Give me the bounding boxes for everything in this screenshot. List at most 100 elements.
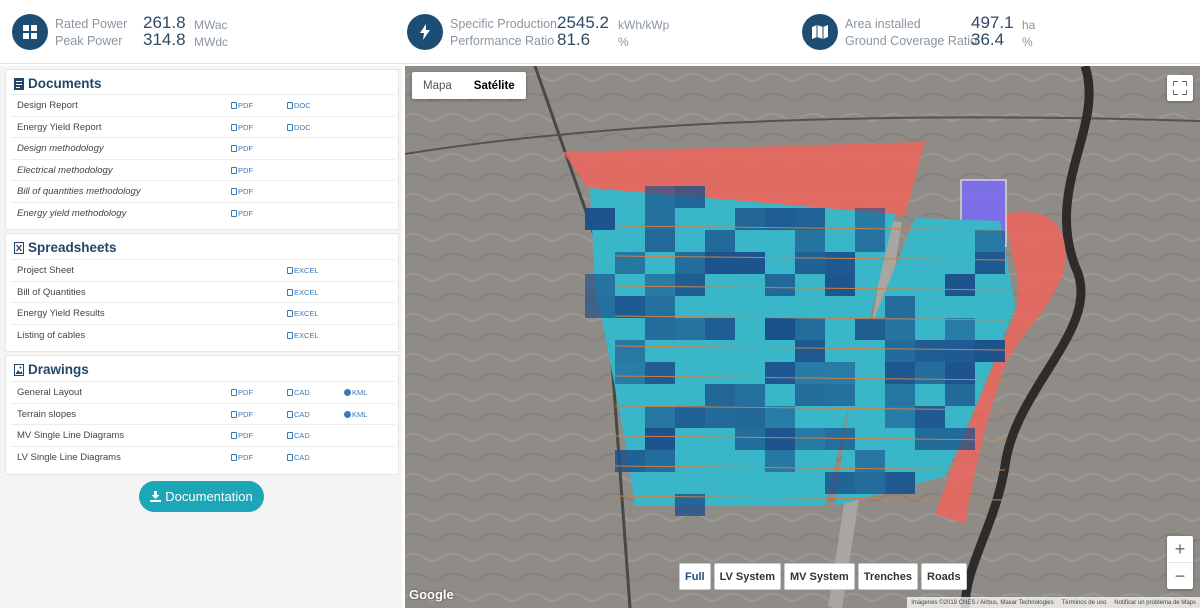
zoom-out-button[interactable]: − [1167,563,1193,589]
documentation-button[interactable]: Documentation [139,481,264,512]
list-item: Bill of quantities methodology PDF [11,180,395,202]
cad-link[interactable]: CAD [287,388,310,397]
tab-satelite[interactable]: Satélite [463,72,526,99]
pdf-link[interactable]: PDF [231,410,253,419]
pv-subfield [795,208,825,230]
pv-subfield [795,340,825,362]
list-item: Design methodology PDF [11,137,395,159]
row-label: General Layout [17,387,82,398]
pv-subfield [675,406,705,428]
pv-subfield [645,450,675,472]
file-icon [231,209,237,217]
file-icon [231,453,237,461]
row-label: Bill of quantities methodology [17,186,141,197]
pv-subfield [615,252,645,274]
zoom-in-button[interactable]: + [1167,536,1193,562]
stats-header: Rated Power 261.8 MWac Peak Power 314.8 MWdc… [0,0,1200,64]
layer-mv-system-button[interactable]: MV System [784,563,855,590]
globe-icon [344,389,351,396]
pv-subfield [765,318,795,340]
stat-unit: % [1022,35,1033,49]
fullscreen-button[interactable] [1167,75,1193,101]
pv-subfield [765,428,795,450]
file-icon [287,453,293,461]
pdf-link[interactable]: PDF [231,431,253,440]
excel-link[interactable]: EXCEL [287,331,319,340]
kml-link[interactable]: KML [344,410,367,419]
stat-value: 314.8 [143,30,186,49]
layer-roads-button[interactable]: Roads [921,563,967,590]
pv-subfield [975,252,1005,274]
row-label: Design Report [17,100,78,111]
pv-subfield [675,252,705,274]
list-item: General Layout PDF CAD KML [11,381,395,403]
row-label: LV Single Line Diagrams [17,451,121,463]
row-label: Energy Yield Results [17,308,105,319]
map-view[interactable]: Mapa Satélite + − Full LV System MV Syst… [405,66,1200,608]
layer-full-button[interactable]: Full [679,563,711,590]
doc-link[interactable]: DOC [287,101,311,110]
grid-icon [12,14,48,50]
file-icon [287,102,293,109]
pdf-link[interactable]: PDF [231,101,253,110]
globe-icon [344,410,351,418]
excel-link[interactable]: EXCEL [287,288,319,297]
file-icon [287,389,293,396]
pdf-link[interactable]: PDF [231,453,253,462]
map-type-tabs: Mapa Satélite [412,72,526,99]
file-icon [231,188,237,195]
cad-link[interactable]: CAD [287,453,310,462]
doc-link[interactable]: DOC [287,123,311,132]
stat-value: 81.6 [557,30,591,49]
layer-trenches-button[interactable]: Trenches [857,563,919,590]
pv-subfield [885,296,915,318]
pv-subfield [705,230,735,252]
pv-subfield [795,252,825,274]
list-item: MV Single Line Diagrams PDF CAD [11,424,395,446]
cad-link[interactable]: CAD [287,431,310,440]
attribution-text: Imágenes ©2019 CNES / Airbus, Maxar Tech… [911,599,1054,606]
documents-title: Documents [14,76,102,91]
row-label: MV Single Line Diagrams [17,430,125,441]
pv-subfield [825,384,855,406]
pv-subfield [675,274,705,296]
tab-mapa[interactable]: Mapa [412,72,463,99]
pv-subfield [645,186,675,208]
left-panel: Documents Design Report PDF DOC Energy Y… [0,66,402,608]
kml-link[interactable]: KML [344,388,367,397]
map-attribution: Imágenes ©2019 CNES / Airbus, Maxar Tech… [907,597,1200,608]
list-item: Terrain slopes PDF CAD KML [11,402,395,425]
pdf-link[interactable]: PDF [231,209,253,218]
pdf-link[interactable]: PDF [231,388,253,397]
file-icon [231,102,237,109]
pv-subfield [855,208,885,230]
list-item: Energy Yield Results EXCEL [11,302,395,324]
pv-subfield [585,208,615,230]
spreadsheet-icon [14,241,24,254]
pdf-link[interactable]: PDF [231,144,253,153]
terms-link[interactable]: Términos de uso [1062,600,1107,606]
pdf-link[interactable]: PDF [231,166,253,175]
pv-subfield [615,450,645,472]
pv-subfield [735,406,765,428]
pv-subfield [885,362,915,384]
row-label: Energy yield methodology [17,207,127,219]
row-label: Bill of Quantities [17,286,86,298]
list-item: LV Single Line Diagrams PDF CAD [11,445,395,468]
report-problem-link[interactable]: Notificar un problema de Maps [1114,600,1196,606]
pv-subfield [735,208,765,230]
pv-subfield [735,252,765,274]
file-icon [231,123,237,131]
pdf-link[interactable]: PDF [231,187,253,196]
row-label: Listing of cables [17,329,86,341]
stat-label: Area installed [845,17,921,31]
excel-link[interactable]: EXCEL [287,266,319,275]
stat-label: Peak Power [55,34,123,48]
pv-subfield [945,340,975,362]
document-icon [14,77,24,90]
excel-link[interactable]: EXCEL [287,309,319,318]
pdf-link[interactable]: PDF [231,123,253,132]
layer-lv-system-button[interactable]: LV System [713,563,781,590]
cad-link[interactable]: CAD [287,410,310,419]
pv-subfield [975,230,1005,252]
